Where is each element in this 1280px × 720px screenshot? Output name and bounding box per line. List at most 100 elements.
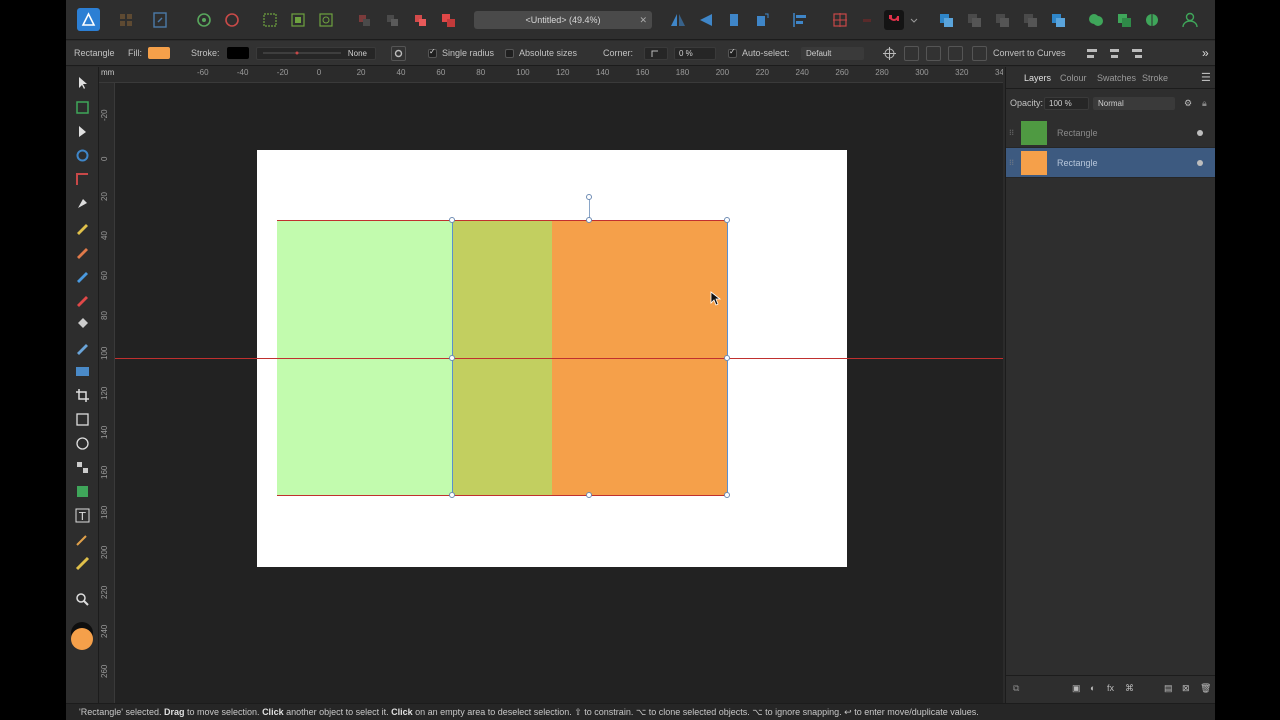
panel-menu-icon[interactable]: ☰ xyxy=(1201,67,1211,89)
horizontal-ruler[interactable]: mm -60 -40 -20 0 20 40 60 80 100 120 140 160 180 200 2… xyxy=(99,67,1048,83)
tab-swatches[interactable]: Swatches xyxy=(1097,67,1136,89)
align-left-icon[interactable] xyxy=(1085,46,1100,61)
tab-layers[interactable]: Layers xyxy=(1024,67,1051,89)
blend-mode-dropdown[interactable]: Normal xyxy=(1093,97,1175,110)
align-center-icon[interactable] xyxy=(1107,46,1122,61)
rectangle-tool-icon[interactable] xyxy=(75,412,90,427)
opacity-field[interactable]: 100 % xyxy=(1044,97,1089,110)
autoselect-dropdown[interactable]: Default xyxy=(801,47,864,60)
ellipse-tool-icon[interactable] xyxy=(75,436,90,451)
layer-visibility-icon[interactable] xyxy=(1197,130,1203,136)
app-logo-icon[interactable] xyxy=(77,8,100,31)
view-options-icon[interactable] xyxy=(222,10,242,30)
eyedropper-tool-icon[interactable] xyxy=(75,532,90,547)
view-mode-icon[interactable] xyxy=(194,10,214,30)
export-persona-icon[interactable] xyxy=(150,10,170,30)
point-transform-tool-icon[interactable] xyxy=(75,148,90,163)
resize-handle-right[interactable] xyxy=(724,355,730,361)
insert-selection-icon[interactable] xyxy=(1048,10,1068,30)
corner-tool-icon[interactable] xyxy=(75,172,90,187)
absolute-sizes-checkbox[interactable] xyxy=(505,49,514,58)
pen-tool-icon[interactable] xyxy=(75,196,90,211)
stroke-color-swatch[interactable] xyxy=(227,47,249,59)
layer-row[interactable]: ⁝⁝ Rectangle xyxy=(1006,118,1215,148)
artboard-tool-icon[interactable] xyxy=(75,100,90,115)
boolean-add-icon[interactable] xyxy=(1086,10,1106,30)
toolbar-overflow-chevron-icon[interactable]: » xyxy=(1202,41,1209,66)
show-grid-icon[interactable] xyxy=(948,46,963,61)
transform-origin-icon[interactable] xyxy=(882,46,897,61)
adjustment-layer-icon[interactable]: ◐ xyxy=(1090,676,1095,701)
align-icon[interactable] xyxy=(790,10,810,30)
snapping-toggle-icon[interactable] xyxy=(858,10,878,30)
snapping-options-chevron-icon[interactable] xyxy=(908,10,920,30)
invert-selection-icon[interactable] xyxy=(316,10,336,30)
rotate-right-icon[interactable] xyxy=(752,10,772,30)
fill-color-well[interactable] xyxy=(71,628,93,650)
corner-type-dropdown[interactable] xyxy=(644,47,668,60)
duplicate-layer-icon[interactable]: ⊠ xyxy=(1182,676,1190,701)
add-layer-icon[interactable]: ▤ xyxy=(1164,676,1173,701)
stroke-width-slider[interactable]: None xyxy=(256,47,376,60)
rotation-handle[interactable] xyxy=(586,194,592,200)
flip-vertical-icon[interactable] xyxy=(696,10,716,30)
align-right-icon[interactable] xyxy=(1129,46,1144,61)
layer-grip-icon[interactable]: ⁝⁝ xyxy=(1009,158,1016,168)
select-all-icon[interactable] xyxy=(260,10,280,30)
convert-to-curves-button[interactable]: Convert to Curves xyxy=(993,41,1066,66)
move-tool-icon[interactable] xyxy=(75,75,90,90)
resize-handle-left[interactable] xyxy=(449,355,455,361)
vertical-ruler[interactable]: -20 0 20 40 60 80 100 120 140 160 180 200 220 240 260 xyxy=(99,83,115,703)
mask-layer-icon[interactable]: ▣ xyxy=(1072,676,1081,701)
designer-persona-icon[interactable] xyxy=(116,10,136,30)
lock-icon[interactable]: 🔒︎ xyxy=(1202,91,1207,116)
boolean-intersect-icon[interactable] xyxy=(1142,10,1162,30)
resize-handle-bottom-left[interactable] xyxy=(449,492,455,498)
measure-tool-icon[interactable] xyxy=(75,556,90,571)
snapping-grid-icon[interactable] xyxy=(830,10,850,30)
transparency-tool-icon[interactable] xyxy=(75,340,90,355)
symbol-tool-icon[interactable] xyxy=(75,484,90,499)
brush-tool-icon[interactable] xyxy=(75,292,90,307)
resize-handle-top[interactable] xyxy=(586,217,592,223)
document-tab[interactable]: <Untitled> (49.4%) ✕ xyxy=(474,11,652,29)
place-image-tool-icon[interactable] xyxy=(75,364,90,379)
move-forward-icon[interactable] xyxy=(410,10,430,30)
fx-icon[interactable]: fx xyxy=(1107,676,1114,701)
autoselect-checkbox[interactable] xyxy=(728,47,737,58)
fill-tool-icon[interactable] xyxy=(75,268,90,283)
flip-horizontal-icon[interactable] xyxy=(668,10,688,30)
layer-visibility-icon[interactable] xyxy=(1197,160,1203,166)
move-back-icon[interactable] xyxy=(354,10,374,30)
vector-brush-tool-icon[interactable] xyxy=(75,244,90,259)
crop-tool-icon[interactable] xyxy=(75,388,90,403)
text-tool-icon[interactable]: T xyxy=(75,508,90,523)
close-document-icon[interactable]: ✕ xyxy=(639,11,647,29)
insert-front-icon[interactable] xyxy=(992,10,1012,30)
tab-colour[interactable]: Colour xyxy=(1060,67,1087,89)
show-bounding-icon[interactable] xyxy=(926,46,941,61)
fill-color-swatch[interactable] xyxy=(148,47,170,59)
insert-behind-icon[interactable] xyxy=(964,10,984,30)
convert-to-curves-icon[interactable] xyxy=(972,46,987,61)
canvas[interactable] xyxy=(115,83,1003,703)
insert-top-icon[interactable] xyxy=(1020,10,1040,30)
layer-grip-icon[interactable]: ⁝⁝ xyxy=(1009,128,1016,138)
stroke-settings-gear-icon[interactable] xyxy=(391,46,406,61)
node-tool-icon[interactable] xyxy=(75,124,90,139)
show-selection-box-icon[interactable] xyxy=(904,46,919,61)
layer-row[interactable]: ⁝⁝ Rectangle xyxy=(1006,148,1215,178)
paint-bucket-tool-icon[interactable] xyxy=(75,316,90,331)
move-front-icon[interactable] xyxy=(438,10,458,30)
rotate-left-icon[interactable] xyxy=(724,10,744,30)
pencil-tool-icon[interactable] xyxy=(75,220,90,235)
deselect-icon[interactable] xyxy=(288,10,308,30)
layer-options-icon[interactable]: ⧉ xyxy=(1013,676,1019,701)
layer-group-icon[interactable]: ⌘ xyxy=(1125,676,1134,701)
resize-handle-bottom[interactable] xyxy=(586,492,592,498)
user-account-icon[interactable] xyxy=(1180,10,1200,30)
resize-handle-top-left[interactable] xyxy=(449,217,455,223)
move-backward-icon[interactable] xyxy=(382,10,402,30)
boolean-subtract-icon[interactable] xyxy=(1114,10,1134,30)
corner-value-field[interactable]: 0 % xyxy=(674,47,716,60)
